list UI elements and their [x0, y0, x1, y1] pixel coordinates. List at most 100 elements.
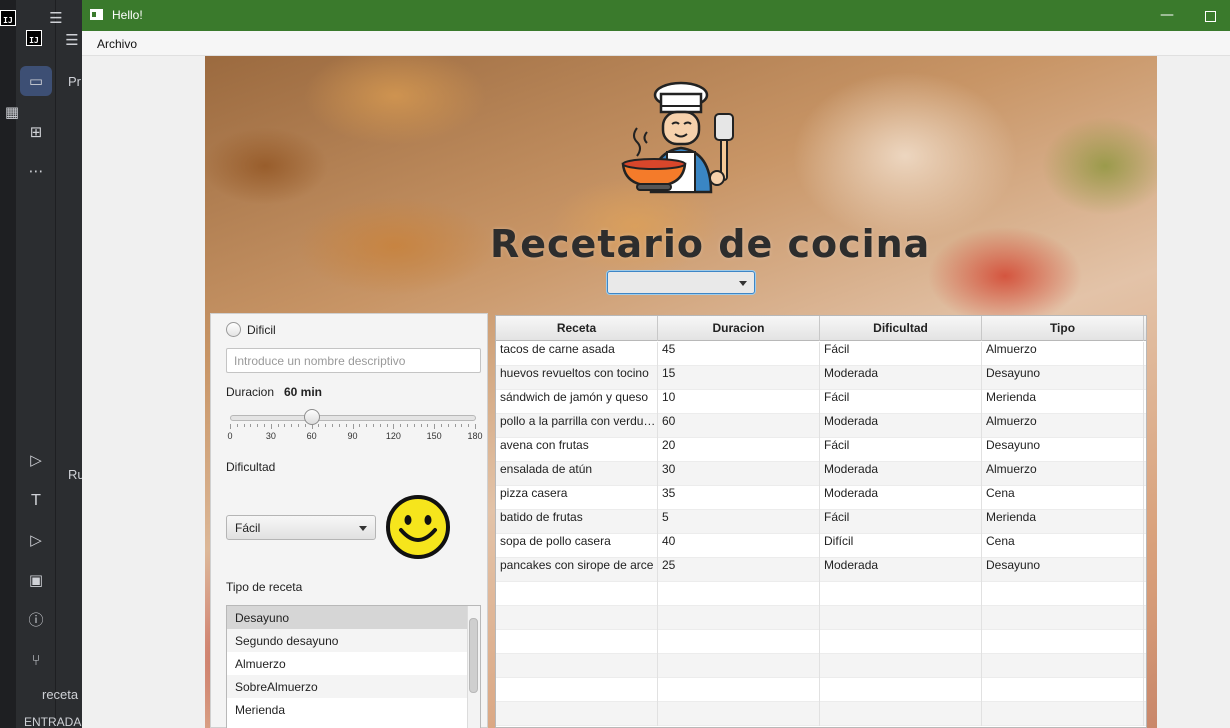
- table-row[interactable]: [496, 582, 1146, 606]
- recipe-type-option[interactable]: SobreAlmuerzo: [227, 675, 467, 698]
- recipe-name-input[interactable]: [226, 348, 481, 373]
- run-icon[interactable]: ▷: [26, 530, 46, 550]
- window-title: Hello!: [112, 8, 143, 22]
- table-cell: Moderada: [820, 486, 982, 510]
- top-combo-box[interactable]: [607, 271, 755, 294]
- slider-tick: [236, 424, 238, 427]
- table-cell: [496, 702, 658, 726]
- table-row[interactable]: [496, 702, 1146, 726]
- app-window: Hello! — Archivo Recetario de cocina Dif…: [82, 0, 1230, 728]
- recipe-type-option[interactable]: Merienda: [227, 698, 467, 721]
- problems-icon[interactable]: ⓘ: [26, 610, 46, 630]
- menubar: Archivo: [82, 31, 1230, 56]
- minimize-button[interactable]: —: [1157, 6, 1177, 26]
- table-cell: Moderada: [820, 414, 982, 438]
- table-cell: [982, 678, 1144, 702]
- dificil-radio-label[interactable]: Dificil: [247, 323, 276, 337]
- table-cell: 15: [658, 366, 820, 390]
- slider-tick: [304, 424, 306, 427]
- table-cell: ensalada de atún: [496, 462, 658, 486]
- table-row[interactable]: [496, 606, 1146, 630]
- folder-icon[interactable]: ▭: [26, 71, 46, 91]
- slider-tick: [332, 424, 334, 427]
- recipe-type-scrollbar[interactable]: [467, 606, 480, 728]
- slider-tick-label: 30: [265, 431, 276, 441]
- table-row[interactable]: [496, 654, 1146, 678]
- duration-slider-track[interactable]: [230, 415, 476, 421]
- run-debug-icon[interactable]: ▷: [26, 450, 46, 470]
- table-cell: Merienda: [982, 390, 1144, 414]
- slider-tick: [393, 424, 395, 429]
- table-column-header[interactable]: Tipo: [982, 316, 1144, 341]
- table-row[interactable]: pollo a la parrilla con verduras 60 Modera…: [496, 414, 1146, 438]
- duration-label: Duracion: [226, 385, 275, 399]
- recipe-type-scroll-thumb[interactable]: [469, 618, 478, 693]
- more-icon[interactable]: ⋯: [26, 161, 46, 181]
- table-cell: [820, 654, 982, 678]
- slider-tick-label: 150: [426, 431, 442, 441]
- ide-project-label: Pr: [68, 74, 81, 89]
- table-cell: Almuerzo: [982, 462, 1144, 486]
- slider-tick: [250, 424, 252, 427]
- slider-tick: [475, 424, 476, 429]
- table-cell: pizza casera: [496, 486, 658, 510]
- table-cell: [820, 678, 982, 702]
- slider-tick: [372, 424, 374, 427]
- table-cell: [496, 678, 658, 702]
- table-row[interactable]: sándwich de jamón y queso 10 Fácil Merienda: [496, 390, 1146, 414]
- duration-slider-thumb[interactable]: [304, 409, 320, 425]
- hamburger-menu-icon[interactable]: ☰: [46, 8, 66, 28]
- table-row[interactable]: [496, 678, 1146, 702]
- table-row[interactable]: avena con frutas 20 Fácil Desayuno: [496, 438, 1146, 462]
- table-cell: batido de frutas: [496, 510, 658, 534]
- table-cell: [982, 606, 1144, 630]
- ide-bottom-text: receta: [42, 687, 79, 702]
- recipe-type-option[interactable]: Desayuno: [227, 606, 467, 629]
- table-column-header[interactable]: Dificultad: [820, 316, 982, 341]
- build-icon[interactable]: T: [26, 490, 46, 510]
- structure-icon[interactable]: ⊞: [26, 122, 46, 142]
- slider-tick: [243, 424, 245, 427]
- table-cell: Moderada: [820, 558, 982, 582]
- table-cell: Fácil: [820, 510, 982, 534]
- slider-tick: [386, 424, 388, 427]
- recipe-type-option[interactable]: Almuerzo: [227, 652, 467, 675]
- difficulty-label: Dificultad: [226, 460, 276, 474]
- terminal-icon[interactable]: ▣: [26, 570, 46, 590]
- table-row[interactable]: batido de frutas 5 Fácil Merienda: [496, 510, 1146, 534]
- recipe-type-list[interactable]: Merienda SobreAlmuerzo Almuerzo Segundo des…: [226, 605, 481, 728]
- table-column-header[interactable]: Receta: [496, 316, 658, 341]
- table-row[interactable]: tacos de carne asada 45 Fácil Almuerzo: [496, 342, 1146, 366]
- git-icon[interactable]: ⑂: [26, 650, 46, 670]
- hamburger-menu-icon-front[interactable]: ☰: [62, 30, 82, 50]
- slider-tick: [264, 424, 266, 427]
- smiley-face-icon: [386, 495, 450, 559]
- table-column-header[interactable]: Duracion: [658, 316, 820, 341]
- content-area: Recetario de cocina Dificil Duracion 60 …: [205, 56, 1157, 728]
- table-cell: 30: [658, 462, 820, 486]
- slider-tick: [440, 424, 442, 427]
- table-cell: [820, 606, 982, 630]
- dificil-radio[interactable]: [226, 322, 241, 337]
- table-cell: [496, 582, 658, 606]
- recipe-type-option[interactable]: Segundo desayuno: [227, 629, 467, 652]
- table-row[interactable]: sopa de pollo casera 40 Difícil Cena: [496, 534, 1146, 558]
- ide-logo-icon-front: IJ: [26, 30, 42, 46]
- table-cell: [982, 582, 1144, 606]
- table-cell: [982, 654, 1144, 678]
- difficulty-combo[interactable]: Fácil: [226, 515, 376, 540]
- grid-icon[interactable]: ▦: [2, 102, 22, 122]
- table-row[interactable]: pizza casera 35 Moderada Cena: [496, 486, 1146, 510]
- table-cell: Cena: [982, 486, 1144, 510]
- table-row[interactable]: [496, 630, 1146, 654]
- table-row[interactable]: ensalada de atún 30 Moderada Almuerzo: [496, 462, 1146, 486]
- menu-archivo[interactable]: Archivo: [97, 37, 137, 51]
- table-row[interactable]: huevos revueltos con tocino 15 Moderada Des…: [496, 366, 1146, 390]
- table-cell: 5: [658, 510, 820, 534]
- table-row[interactable]: pancakes con sirope de arce 25 Moderada Des…: [496, 558, 1146, 582]
- table-cell: sándwich de jamón y queso: [496, 390, 658, 414]
- slider-tick: [447, 424, 449, 427]
- slider-tick: [277, 424, 279, 427]
- slider-tick: [468, 424, 470, 427]
- maximize-button[interactable]: [1200, 6, 1220, 26]
